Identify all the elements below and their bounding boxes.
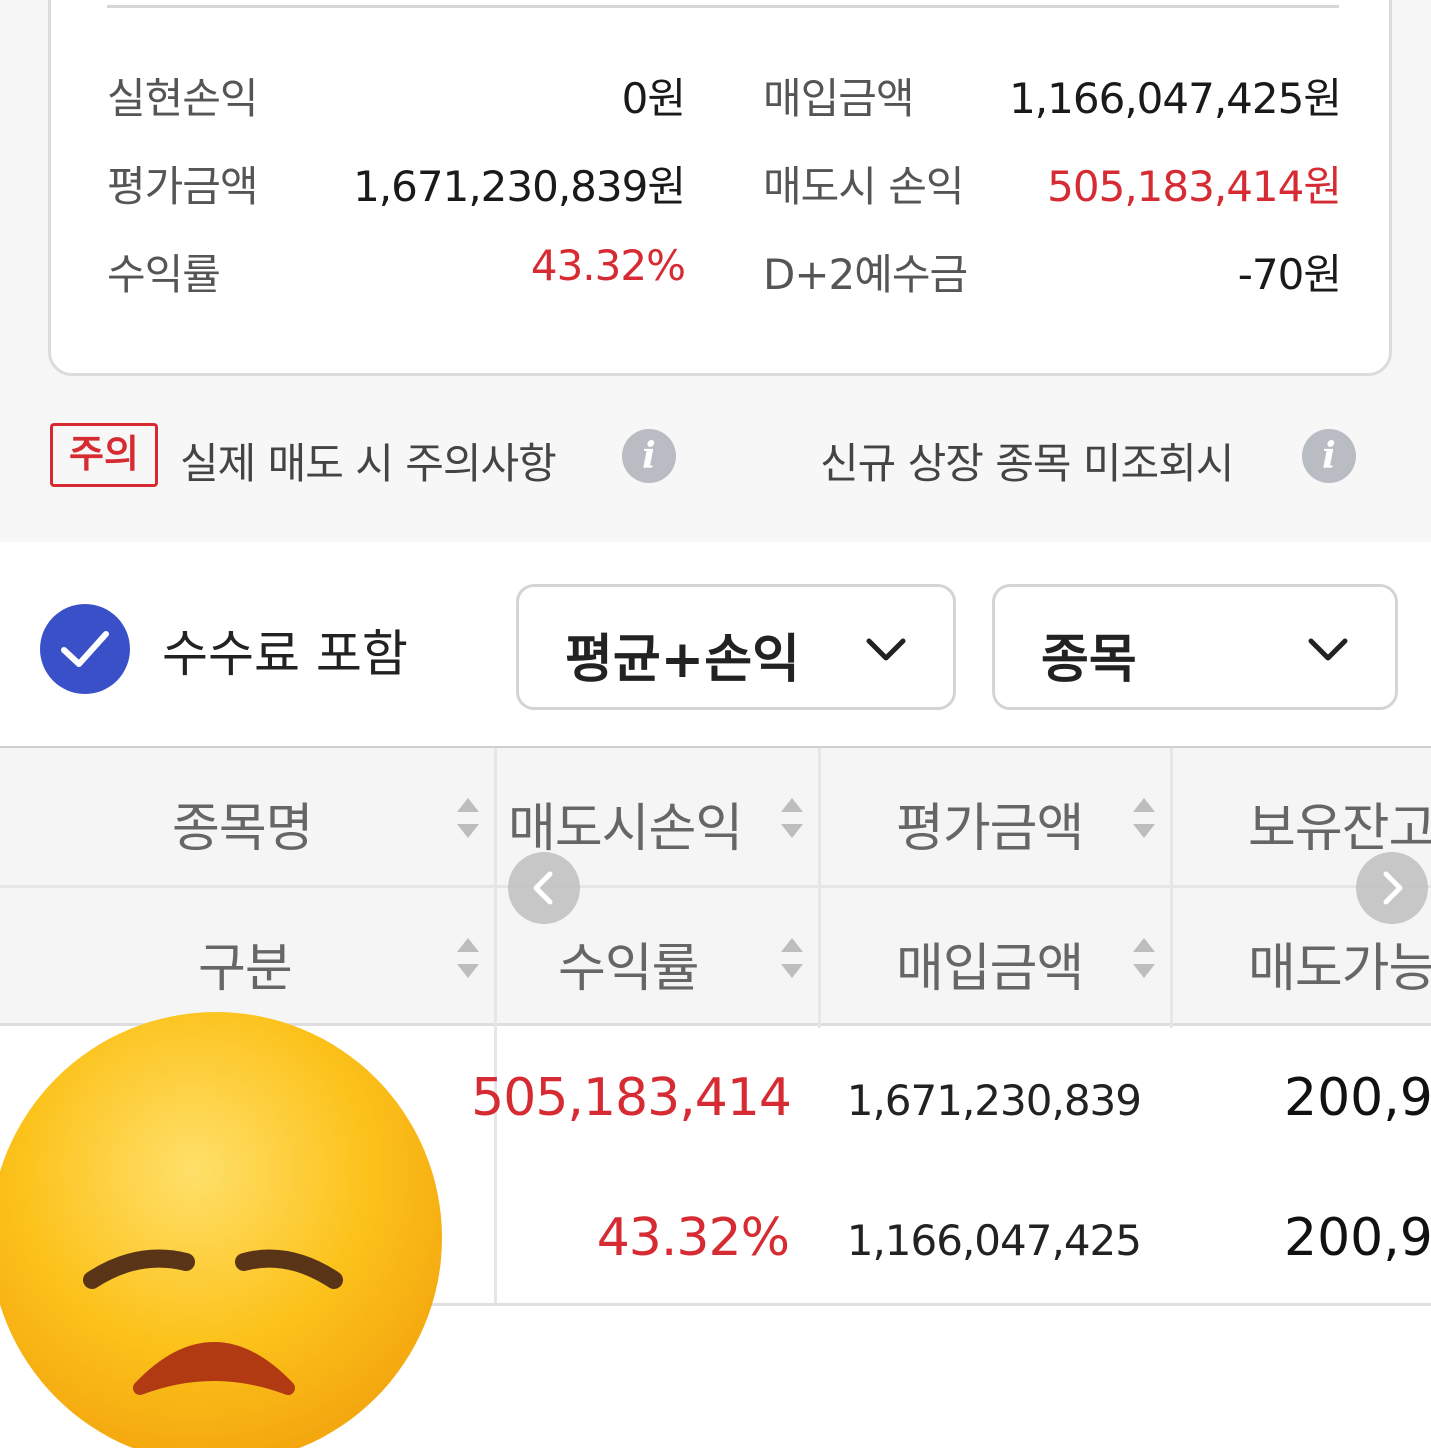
sell-pl-label: 매도시 손익	[763, 162, 965, 211]
summary-card: 실현손익 0원 매입금액 1,166,047,425원 평가금액 1,671,2…	[48, 0, 1392, 376]
header-label: 평가금액	[896, 799, 1084, 859]
header-label: 매도가능	[1248, 939, 1431, 999]
sort-header-category[interactable]: 구분	[0, 888, 496, 1026]
sort-header-valuation[interactable]: 평가금액	[820, 748, 1170, 886]
sort-icon	[781, 798, 803, 838]
scroll-right-button[interactable]	[1356, 852, 1428, 924]
view-mode-selected: 평균+손익	[565, 630, 800, 690]
sort-icon	[781, 938, 803, 978]
header-label: 종목명	[172, 799, 314, 859]
d2-deposit-label: D+2예수금	[763, 250, 968, 299]
header-label: 구분	[198, 939, 293, 999]
sell-caution-link[interactable]: 실제 매도 시 주의사항	[180, 430, 557, 491]
check-icon	[61, 631, 109, 667]
holding-cell: 200,9	[1284, 1068, 1431, 1128]
divider	[107, 5, 1339, 8]
return-rate-value: 43.32%	[530, 241, 686, 290]
arrow-left-icon	[533, 871, 553, 905]
include-fee-label[interactable]: 수수료 포함	[162, 614, 408, 686]
sort-icon	[1133, 798, 1155, 838]
valuation-label: 평가금액	[107, 162, 259, 211]
info-icon[interactable]: i	[622, 429, 676, 483]
divider	[818, 748, 821, 1028]
sell-pl-cell: 505,183,414	[471, 1068, 792, 1128]
valuation-value: 1,671,230,839원	[353, 162, 686, 211]
disappointed-face-emoji	[0, 1012, 442, 1448]
include-fee-checkbox[interactable]	[40, 604, 130, 694]
account-summary-section: 실현손익 0원 매입금액 1,166,047,425원 평가금액 1,671,2…	[0, 0, 1431, 542]
caution-badge: 주의	[50, 423, 158, 487]
header-label: 수익률	[558, 939, 700, 999]
sort-header-purchase[interactable]: 매입금액	[820, 888, 1170, 1026]
group-by-dropdown[interactable]: 종목	[992, 584, 1398, 710]
purchase-amount-label: 매입금액	[763, 74, 915, 123]
chevron-down-icon	[866, 638, 906, 661]
valuation-cell: 1,671,230,839	[846, 1076, 1142, 1125]
sort-icon	[457, 798, 479, 838]
purchase-cell: 1,166,047,425	[846, 1216, 1142, 1265]
divider	[494, 748, 497, 1028]
sell-pl-value: 505,183,414원	[1047, 162, 1342, 211]
notice-row: 주의 실제 매도 시 주의사항 i 신규 상장 종목 미조회시 i	[0, 420, 1431, 500]
header-label: 보유잔고	[1248, 799, 1431, 859]
info-icon[interactable]: i	[1302, 429, 1356, 483]
divider	[1170, 748, 1173, 1028]
sellable-cell: 200,9	[1284, 1208, 1431, 1268]
sort-icon	[1133, 938, 1155, 978]
purchase-amount-value: 1,166,047,425원	[1009, 74, 1342, 123]
filter-row: 수수료 포함 평균+손익 종목	[0, 542, 1431, 742]
table-header: 종목명 매도시손익 평가금액 보유잔고 구분 수익률 매입금액 매도가능	[0, 746, 1431, 1028]
return-rate-cell: 43.32%	[596, 1208, 790, 1268]
sort-icon	[457, 938, 479, 978]
return-rate-label: 수익률	[107, 250, 221, 299]
header-label: 매입금액	[896, 939, 1084, 999]
chevron-down-icon	[1308, 638, 1348, 661]
view-mode-dropdown[interactable]: 평균+손익	[516, 584, 956, 710]
sort-header-stock-name[interactable]: 종목명	[0, 748, 496, 886]
new-listing-link[interactable]: 신규 상장 종목 미조회시	[820, 430, 1234, 491]
group-by-selected: 종목	[1041, 630, 1137, 690]
scroll-left-button[interactable]	[508, 852, 580, 924]
arrow-right-icon	[1383, 871, 1403, 905]
d2-deposit-value: -70원	[1237, 250, 1342, 299]
realized-pl-value: 0원	[621, 74, 686, 123]
realized-pl-label: 실현손익	[107, 74, 259, 123]
header-label: 매도시손익	[508, 799, 743, 859]
